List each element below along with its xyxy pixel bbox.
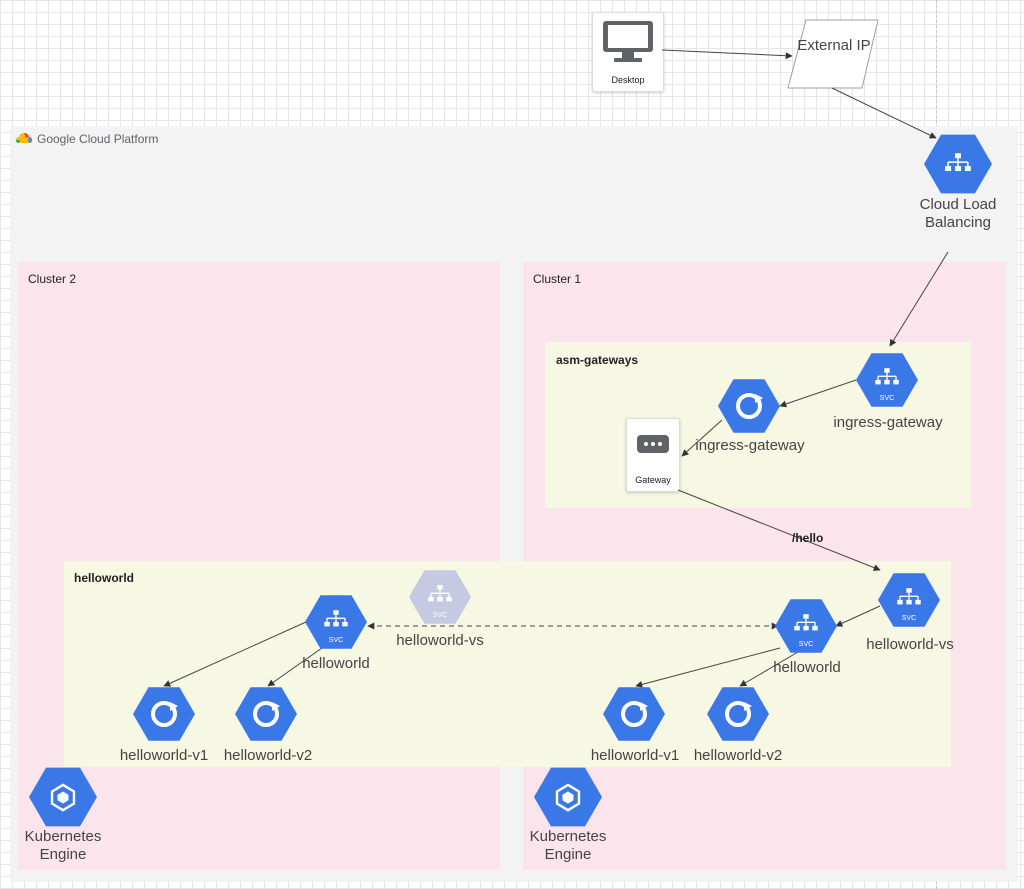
c2-gke-icon: [29, 767, 97, 827]
c1-helloworld-v1-label: helloworld-v1: [590, 747, 680, 764]
c1-helloworld-vs-label: helloworld-vs: [866, 636, 954, 653]
cloud-lb-label: Cloud Load Balancing: [919, 196, 997, 231]
c1-helloworld-v1-pod-icon: [603, 687, 665, 741]
ingress-gateway-pod-icon: [718, 379, 780, 433]
c1-helloworld-vs-icon: SVC: [878, 573, 940, 627]
ingress-gateway-svc-label: ingress-gateway: [833, 414, 943, 431]
svc-badge: SVC: [329, 637, 343, 644]
c2-helloworld-svc-icon: SVC: [305, 595, 367, 649]
c1-helloworld-v2-label: helloworld-v2: [693, 747, 783, 764]
c2-helloworld-vs-label: helloworld-vs: [396, 632, 484, 649]
svc-badge: SVC: [799, 641, 813, 648]
svc-badge: SVC: [433, 612, 447, 619]
c1-helloworld-v2-pod-icon: [707, 687, 769, 741]
c2-gke-label: Kubernetes Engine: [24, 828, 102, 863]
c2-helloworld-v1-label: helloworld-v1: [119, 747, 209, 764]
c1-gke-label: Kubernetes Engine: [529, 828, 607, 863]
c2-helloworld-vs-icon: SVC: [409, 570, 471, 624]
c1-helloworld-svc-icon: SVC: [775, 599, 837, 653]
ingress-gateway-pod-label: ingress-gateway: [695, 437, 805, 454]
c2-helloworld-svc-label: helloworld: [302, 655, 370, 672]
svc-badge: SVC: [902, 615, 916, 622]
svc-badge: SVC: [880, 395, 894, 402]
c2-helloworld-v2-label: helloworld-v2: [223, 747, 313, 764]
c2-helloworld-v2-pod-icon: [235, 687, 297, 741]
cloud-lb-icon: [924, 134, 992, 194]
ingress-gateway-svc-icon: SVC: [856, 353, 918, 407]
c1-gke-icon: [534, 767, 602, 827]
c1-helloworld-svc-label: helloworld: [773, 659, 841, 676]
c2-helloworld-v1-pod-icon: [133, 687, 195, 741]
